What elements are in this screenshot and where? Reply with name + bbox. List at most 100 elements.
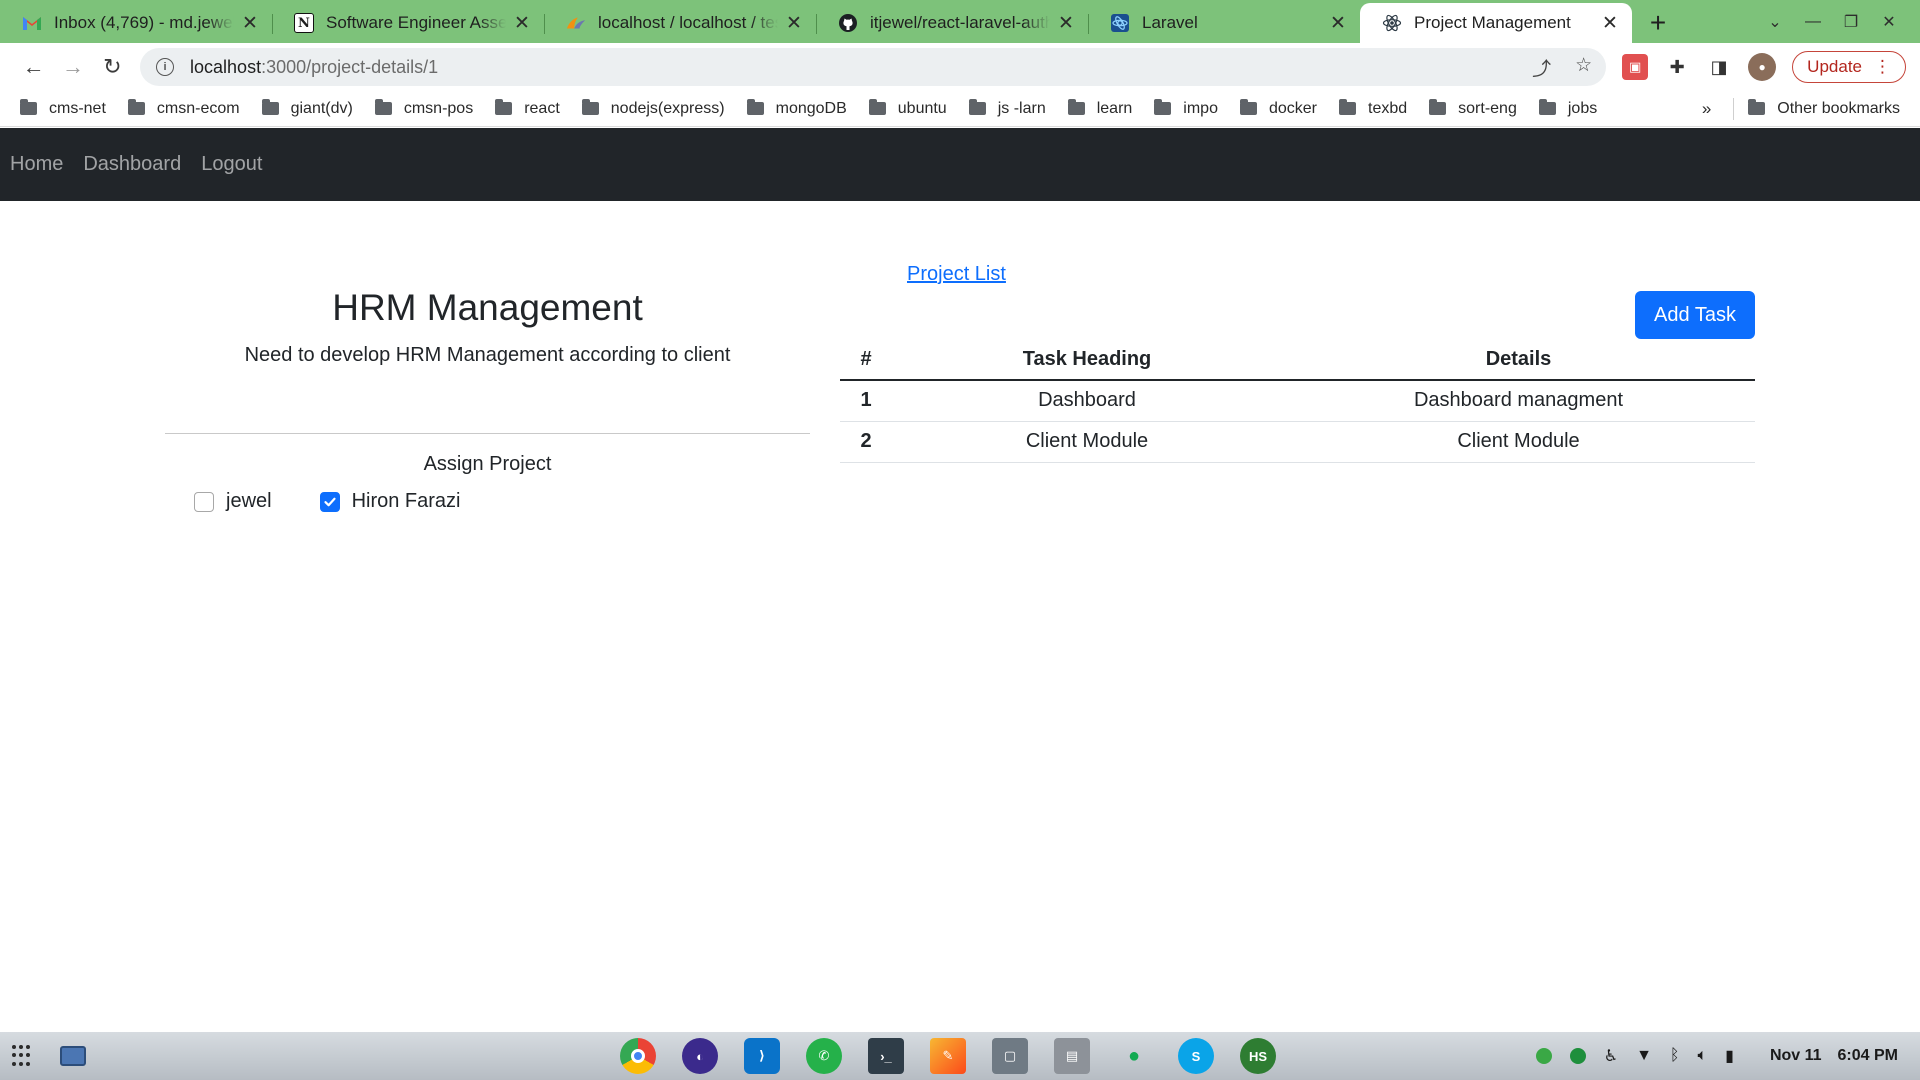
browser-moon-icon[interactable]: ◐: [682, 1038, 718, 1074]
bookmark-folder[interactable]: ubuntu: [868, 99, 947, 118]
bookmark-folder[interactable]: texbd: [1339, 99, 1407, 118]
app-shelf: ◐ ⟩ ✆ ›_ ✎ ▢ ▤ ● S HS: [620, 1038, 1276, 1074]
terminal-icon[interactable]: ›_: [868, 1038, 904, 1074]
close-icon[interactable]: ✕: [784, 12, 804, 35]
volume-icon[interactable]: 🔈︎: [1698, 1047, 1708, 1065]
phpmyadmin-icon: [566, 13, 586, 33]
column-header-details: Details: [1282, 340, 1755, 381]
side-panel-icon[interactable]: ◨: [1706, 54, 1732, 80]
assignee-option-hiron-farazi[interactable]: Hiron Farazi: [319, 490, 461, 513]
battery-icon[interactable]: ▮: [1725, 1046, 1734, 1066]
section-divider: [165, 433, 810, 434]
share-icon[interactable]: ⤴: [1532, 54, 1551, 81]
bookmark-folder[interactable]: cmsn-ecom: [127, 99, 240, 118]
vscode-icon[interactable]: ⟩: [744, 1038, 780, 1074]
nav-link-dashboard[interactable]: Dashboard: [83, 153, 181, 176]
reload-icon[interactable]: ↻: [93, 47, 132, 87]
tab-title: Laravel: [1142, 13, 1198, 32]
project-list-link[interactable]: Project List: [907, 263, 1006, 286]
back-arrow-icon[interactable]: ←: [14, 47, 53, 87]
folder-icon: [374, 99, 392, 115]
skype-icon[interactable]: S: [1178, 1038, 1214, 1074]
tab-title: Inbox (4,769) - md.jewel: [54, 13, 234, 32]
folder-icon: [1538, 99, 1556, 115]
browser-tab-phpmyadmin[interactable]: localhost / localhost / tes ✕: [544, 3, 816, 43]
app-navbar: Home Dashboard Logout: [0, 128, 1920, 201]
accessibility-icon[interactable]: ♿: [1604, 1046, 1618, 1066]
browser-tab-strip: Inbox (4,769) - md.jewel ✕ N Software En…: [0, 0, 1920, 43]
puzzle-extensions-icon[interactable]: ✚: [1664, 54, 1690, 80]
close-icon[interactable]: ✕: [1056, 12, 1076, 35]
screenshot-icon[interactable]: ▢: [992, 1038, 1028, 1074]
restore-icon[interactable]: ❐: [1842, 12, 1860, 32]
clock-time: 6:04 PM: [1837, 1047, 1898, 1064]
address-bar[interactable]: i localhost:3000/project-details/1 ⤴ ☆: [140, 48, 1607, 86]
bookmark-folder[interactable]: cmsn-pos: [374, 99, 473, 118]
browser-tab-project-management[interactable]: Project Management ✕: [1360, 3, 1632, 43]
assignee-checkbox[interactable]: [194, 491, 214, 512]
tab-title: Software Engineer Asses: [326, 13, 506, 32]
assignee-option-jewel[interactable]: jewel: [194, 490, 272, 513]
window-switcher-icon[interactable]: [60, 1046, 86, 1066]
bookmark-star-icon[interactable]: ☆: [1575, 54, 1592, 81]
whatsapp-icon[interactable]: ✆: [806, 1038, 842, 1074]
system-tray: ♿ ▼ ᛒ 🔈︎ ▮ Nov 11 6:04 PM: [1535, 1032, 1898, 1080]
task-heading: Client Module: [892, 421, 1282, 463]
column-header-number: #: [840, 340, 892, 381]
bookmark-folder[interactable]: giant(dv): [261, 99, 353, 118]
bookmark-folder[interactable]: nodejs(express): [581, 99, 725, 118]
os-taskbar: ◐ ⟩ ✆ ›_ ✎ ▢ ▤ ● S HS ♿ ▼ ᛒ 🔈︎ ▮ Nov 11 …: [0, 1032, 1920, 1080]
hs-app-icon[interactable]: HS: [1240, 1038, 1276, 1074]
browser-tab-gmail[interactable]: Inbox (4,769) - md.jewel ✕: [0, 3, 272, 43]
assignee-checkbox[interactable]: [319, 491, 340, 512]
new-tab-icon[interactable]: +: [1632, 3, 1684, 43]
app-launcher-icon[interactable]: [12, 1045, 34, 1067]
files-icon[interactable]: ▤: [1054, 1038, 1090, 1074]
bookmark-folder[interactable]: docker: [1239, 99, 1317, 118]
bookmark-folder[interactable]: react: [495, 99, 560, 118]
bluetooth-icon[interactable]: ᛒ: [1670, 1047, 1680, 1065]
extension-icon[interactable]: ▣: [1622, 54, 1649, 80]
other-bookmarks-folder[interactable]: Other bookmarks: [1748, 99, 1900, 118]
tab-search-icon[interactable]: ⌄: [1766, 12, 1784, 32]
close-icon[interactable]: ✕: [240, 12, 260, 35]
add-task-button[interactable]: Add Task: [1635, 291, 1755, 339]
close-icon[interactable]: ✕: [1328, 12, 1348, 35]
nav-link-logout[interactable]: Logout: [201, 153, 262, 176]
wifi-icon[interactable]: ▼: [1636, 1047, 1652, 1065]
close-icon[interactable]: ✕: [512, 12, 532, 35]
window-controls: ⌄ — ❐ ✕: [1766, 0, 1920, 43]
close-icon[interactable]: ✕: [1600, 12, 1620, 35]
site-info-icon[interactable]: i: [156, 58, 175, 76]
bookmark-label: js -larn: [997, 99, 1046, 117]
whatsapp-tray-icon[interactable]: [1569, 1048, 1586, 1064]
browser-tab-laravel[interactable]: Laravel ✕: [1088, 3, 1360, 43]
bookmark-folder[interactable]: cms-net: [20, 99, 106, 118]
chrome-icon[interactable]: [620, 1038, 656, 1074]
bookmark-folder[interactable]: mongoDB: [746, 99, 847, 118]
bookmark-label: cmsn-ecom: [156, 99, 240, 117]
close-window-icon[interactable]: ✕: [1880, 12, 1898, 32]
bookmark-folder[interactable]: jobs: [1538, 99, 1597, 118]
bookmark-folder[interactable]: js -larn: [968, 99, 1046, 118]
minimize-icon[interactable]: —: [1804, 13, 1822, 31]
update-button[interactable]: Update ⋮: [1792, 51, 1906, 83]
folder-icon: [581, 99, 599, 115]
browser-tab-github[interactable]: itjewel/react-laravel-auth ✕: [816, 3, 1088, 43]
bookmark-label: Other bookmarks: [1777, 99, 1900, 117]
bookmark-folder[interactable]: impo: [1154, 99, 1218, 118]
shield-check-icon[interactable]: [1535, 1048, 1552, 1064]
tab-title: Project Management: [1414, 13, 1571, 32]
bookmark-folder[interactable]: sort-eng: [1429, 99, 1517, 118]
task-number: 2: [840, 421, 892, 463]
forward-arrow-icon[interactable]: →: [53, 47, 92, 87]
nav-link-home[interactable]: Home: [10, 153, 63, 176]
paint-icon[interactable]: ✎: [930, 1038, 966, 1074]
bookmark-folder[interactable]: learn: [1067, 99, 1132, 118]
bookmark-label: giant(dv): [290, 99, 353, 117]
system-clock[interactable]: Nov 11 6:04 PM: [1770, 1047, 1898, 1065]
profile-avatar[interactable]: ●: [1748, 53, 1777, 81]
bookmarks-overflow-button[interactable]: »: [1702, 99, 1711, 119]
browser-tab-notion[interactable]: N Software Engineer Asses ✕: [272, 3, 544, 43]
mongodb-icon[interactable]: ●: [1116, 1038, 1152, 1074]
